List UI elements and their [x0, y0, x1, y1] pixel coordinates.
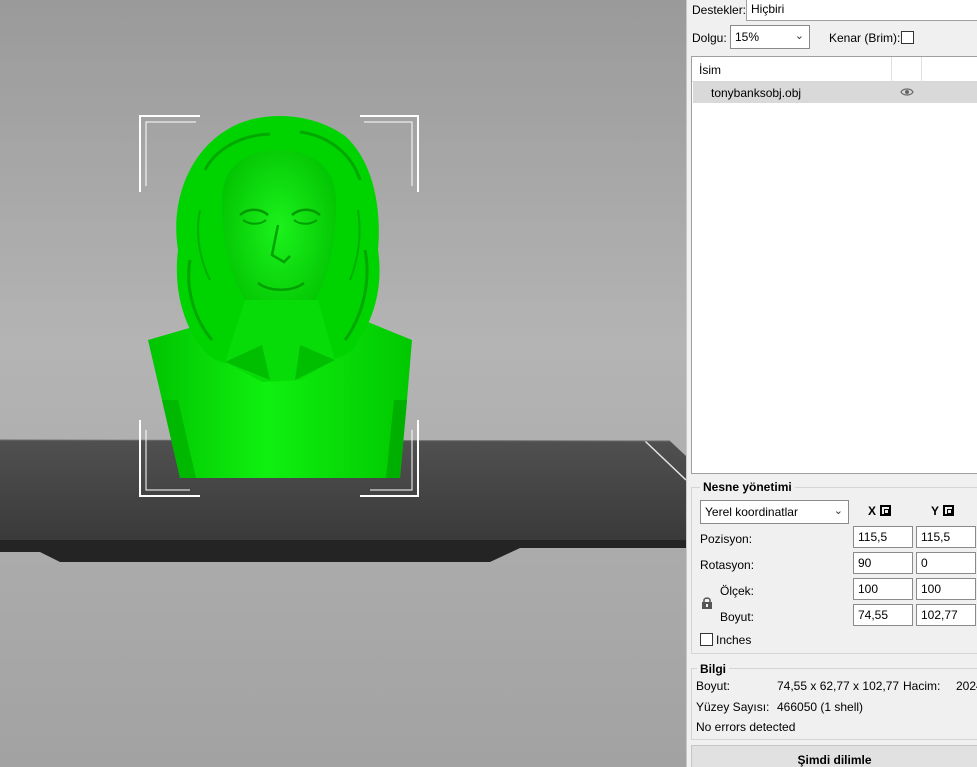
slice-now-button[interactable]: Şimdi dilimle — [691, 745, 977, 767]
bust-model[interactable] — [148, 116, 412, 478]
info-faces-label: Yüzey Sayısı: — [696, 700, 770, 714]
infill-dropdown[interactable]: 15% ⌄ — [730, 25, 810, 49]
brim-label: Kenar (Brim): — [829, 31, 901, 45]
rotation-x-input[interactable]: 90 — [853, 552, 913, 574]
size-x-input[interactable]: 74,55 — [853, 604, 913, 626]
info-size-value: 74,55 x 62,77 x 102,77 — [777, 679, 900, 693]
position-y-input[interactable]: 115,5 — [916, 526, 976, 548]
chevron-down-icon: ⌄ — [794, 30, 804, 42]
supports-value: Hiçbiri — [751, 2, 785, 16]
size-label: Boyut: — [720, 610, 755, 624]
column-name-header[interactable]: İsim — [699, 63, 721, 77]
object-list-header: İsim — [692, 57, 977, 82]
coordinate-mode-dropdown[interactable]: Yerel koordinatlar ⌄ — [700, 500, 849, 524]
info-title: Bilgi — [697, 662, 729, 676]
scale-y-input[interactable]: 100 — [916, 578, 976, 600]
position-label: Pozisyon: — [700, 532, 753, 546]
scale-label: Ölçek: — [720, 584, 755, 598]
scale-x-input[interactable]: 100 — [853, 578, 913, 600]
size-y-input[interactable]: 102,77 — [916, 604, 976, 626]
axis-y-icon — [943, 505, 955, 516]
scene-canvas[interactable] — [0, 0, 686, 767]
eye-icon[interactable] — [900, 86, 914, 100]
supports-field[interactable]: Hiçbiri — [746, 0, 977, 21]
infill-label: Dolgu: — [692, 31, 727, 45]
info-size-label: Boyut: — [696, 679, 731, 693]
object-list[interactable]: İsim tonybanksobj.obj — [691, 56, 977, 474]
supports-label: Destekler: — [692, 3, 747, 17]
info-volume-value: 2024 — [956, 679, 977, 693]
info-volume-label: Hacim: — [903, 679, 941, 693]
axis-x-icon — [880, 505, 892, 516]
rotation-y-input[interactable]: 0 — [916, 552, 976, 574]
inches-label: Inches — [716, 633, 752, 647]
object-management-title: Nesne yönetimi — [700, 480, 795, 494]
axis-y-header: Y — [931, 504, 955, 518]
settings-panel: Destekler: Hiçbiri Dolgu: 15% ⌄ Kenar (B… — [686, 0, 977, 767]
infill-value: 15% — [735, 30, 760, 44]
position-x-input[interactable]: 115,5 — [853, 526, 913, 548]
axis-x-header: X — [868, 504, 892, 518]
list-item[interactable]: tonybanksobj.obj — [693, 82, 977, 103]
info-status: No errors detected — [696, 720, 796, 734]
info-faces-value: 466050 (1 shell) — [777, 700, 864, 714]
lock-icon[interactable] — [701, 596, 713, 613]
inches-checkbox[interactable] — [700, 633, 713, 646]
3d-viewport[interactable] — [0, 0, 686, 767]
coordinate-mode-value: Yerel koordinatlar — [705, 505, 798, 519]
rotation-label: Rotasyon: — [700, 558, 755, 572]
object-name: tonybanksobj.obj — [711, 86, 802, 100]
brim-checkbox[interactable] — [901, 31, 914, 44]
chevron-down-icon: ⌄ — [833, 505, 843, 517]
